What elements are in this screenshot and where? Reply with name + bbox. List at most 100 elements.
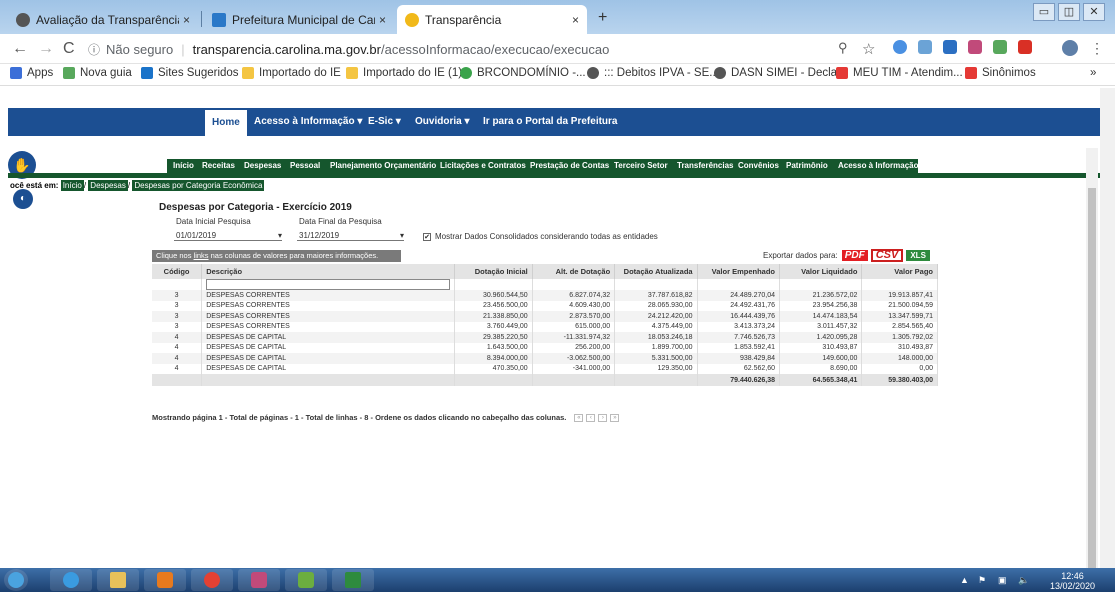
next-page-icon[interactable]: › [598, 413, 608, 422]
page-scrollbar[interactable] [1100, 88, 1115, 568]
col-valor-pago[interactable]: Valor Pago [861, 264, 938, 279]
table-cell[interactable]: 21.500.094,59 [861, 300, 938, 311]
close-tab-icon[interactable]: × [572, 13, 579, 27]
bookmark-meu-tim[interactable]: MEU TIM - Atendim... [836, 67, 963, 79]
forward-icon[interactable]: → [38, 40, 54, 58]
table-cell[interactable]: 310.493,87 [779, 342, 863, 353]
menu-pessoal[interactable]: Pessoal [290, 161, 320, 170]
first-page-icon[interactable]: « [574, 413, 584, 422]
export-pdf-button[interactable]: PDF [841, 250, 868, 261]
close-tab-icon[interactable]: × [379, 13, 386, 27]
table-cell[interactable]: 1.420.095,28 [779, 332, 863, 343]
table-cell[interactable]: 310.493,87 [861, 342, 938, 353]
bookmark-apps[interactable]: Apps [10, 67, 53, 79]
table-cell[interactable]: 23.456.500,00 [454, 300, 533, 311]
menu-planejamento[interactable]: Planejamento Orçamentário [330, 161, 436, 170]
close-window-button[interactable]: ✕ [1083, 3, 1105, 21]
last-page-icon[interactable]: » [610, 413, 620, 422]
bookmark-importado-ie[interactable]: Importado do IE [242, 67, 341, 79]
table-cell[interactable]: 1.643.500,00 [454, 342, 533, 353]
flag-icon[interactable]: ⚑ [978, 575, 986, 586]
nav-home[interactable]: Home [205, 110, 247, 136]
url-field[interactable]: ⓘ Não seguro | transparencia.carolina.ma… [88, 38, 888, 60]
table-cell[interactable]: 13.347.599,71 [861, 311, 938, 322]
table-cell[interactable]: 615.000,00 [532, 321, 616, 332]
breadcrumb-despesas[interactable]: Despesas [88, 180, 128, 191]
menu-transferencias[interactable]: Transferências [677, 161, 733, 170]
col-codigo[interactable]: Código [152, 264, 203, 279]
table-cell[interactable]: 1.899.700,00 [614, 342, 698, 353]
col-descricao[interactable]: Descrição [201, 264, 456, 279]
app-taskbar-icon[interactable] [238, 569, 280, 591]
menu-terceiro-setor[interactable]: Terceiro Setor [614, 161, 668, 170]
col-dotacao-inicial[interactable]: Dotação Inicial [454, 264, 533, 279]
table-cell[interactable]: 4.375.449,00 [614, 321, 698, 332]
bookmark-sites-sugeridos[interactable]: Sites Sugeridos [141, 67, 239, 79]
col-valor-empenhado[interactable]: Valor Empenhado [697, 264, 781, 279]
extension-icon[interactable] [1018, 40, 1032, 54]
star-icon[interactable]: ☆ [862, 40, 875, 58]
table-cell[interactable]: 256.200,00 [532, 342, 616, 353]
table-cell[interactable]: 1.853.592,41 [697, 342, 781, 353]
table-cell[interactable]: 37.787.618,82 [614, 290, 698, 301]
table-cell[interactable]: 148.000,00 [861, 353, 938, 364]
profile-avatar[interactable] [1062, 40, 1078, 56]
nav-ouvidoria[interactable]: Ouvidoria ▾ [415, 116, 469, 127]
tray-up-icon[interactable]: ▲ [960, 575, 969, 585]
menu-convenios[interactable]: Convênios [738, 161, 779, 170]
table-cell[interactable]: 19.913.857,41 [861, 290, 938, 301]
nav-esic[interactable]: E-Sic ▾ [368, 116, 401, 127]
table-cell[interactable]: 30.960.544,50 [454, 290, 533, 301]
description-filter-input[interactable] [206, 279, 451, 290]
table-cell[interactable]: 6.827.074,32 [532, 290, 616, 301]
table-cell[interactable]: 470.350,00 [454, 363, 533, 374]
breadcrumb-inicio[interactable]: Início [60, 180, 84, 191]
clock[interactable]: 12:46 13/02/2020 [1050, 571, 1095, 591]
menu-icon[interactable]: ⋮ [1090, 40, 1104, 57]
extension-icon[interactable] [968, 40, 982, 54]
menu-despesas[interactable]: Despesas [244, 161, 281, 170]
date-start-select[interactable]: 01/01/2019 ▾ [174, 230, 282, 241]
table-cell[interactable]: 149.600,00 [779, 353, 863, 364]
menu-inicio[interactable]: Início [173, 161, 194, 170]
zoom-icon[interactable]: ⚲ [838, 40, 848, 56]
nav-portal-prefeitura[interactable]: Ir para o Portal da Prefeitura [483, 116, 618, 127]
contrast-icon[interactable]: ◐ [13, 189, 33, 209]
menu-acesso-informacao[interactable]: Acesso à Informação [838, 161, 918, 170]
table-cell[interactable]: 0,00 [861, 363, 938, 374]
prev-page-icon[interactable]: ‹ [586, 413, 596, 422]
table-cell[interactable]: -341.000,00 [532, 363, 616, 374]
maximize-button[interactable]: ◫ [1058, 3, 1080, 21]
table-cell[interactable]: 938.429,84 [697, 353, 781, 364]
table-cell[interactable]: 24.492.431,76 [697, 300, 781, 311]
table-cell[interactable]: 29.385.220,50 [454, 332, 533, 343]
table-cell[interactable]: 28.065.930,00 [614, 300, 698, 311]
col-valor-liquidado[interactable]: Valor Liquidado [779, 264, 863, 279]
table-cell[interactable]: 129.350,00 [614, 363, 698, 374]
new-tab-button[interactable]: + [598, 9, 607, 27]
table-cell[interactable]: 14.474.183,54 [779, 311, 863, 322]
table-cell[interactable]: 5.331.500,00 [614, 353, 698, 364]
spreadsheet-taskbar-icon[interactable] [332, 569, 374, 591]
table-cell[interactable]: 62.562,60 [697, 363, 781, 374]
table-cell[interactable]: 2.873.570,00 [532, 311, 616, 322]
menu-patrimonio[interactable]: Patrimônio [786, 161, 828, 170]
table-cell[interactable]: 8.394.000,00 [454, 353, 533, 364]
table-cell[interactable]: 21.236.572,02 [779, 290, 863, 301]
chrome-taskbar-icon[interactable] [191, 569, 233, 591]
network-icon[interactable]: ▣ [998, 575, 1007, 586]
table-cell[interactable]: 4.609.430,00 [532, 300, 616, 311]
bookmark-sinonimos[interactable]: Sinônimos [965, 67, 1036, 79]
table-cell[interactable]: 3.413.373,24 [697, 321, 781, 332]
volume-icon[interactable]: 🔈 [1018, 575, 1029, 586]
table-cell[interactable]: 8.690,00 [779, 363, 863, 374]
menu-prestacao-contas[interactable]: Prestação de Contas [530, 161, 609, 170]
minimize-button[interactable]: ▭ [1033, 3, 1055, 21]
extension-icon[interactable] [993, 40, 1007, 54]
tab-avaliacao[interactable]: Avaliação da Transparência dos × [8, 5, 198, 34]
bookmark-brcondominio[interactable]: BRCONDOMÍNIO -... [460, 67, 586, 79]
table-cell[interactable]: 1.305.792,02 [861, 332, 938, 343]
extension-icon[interactable] [918, 40, 932, 54]
table-cell[interactable]: 18.053.246,18 [614, 332, 698, 343]
table-cell[interactable]: 23.954.256,38 [779, 300, 863, 311]
